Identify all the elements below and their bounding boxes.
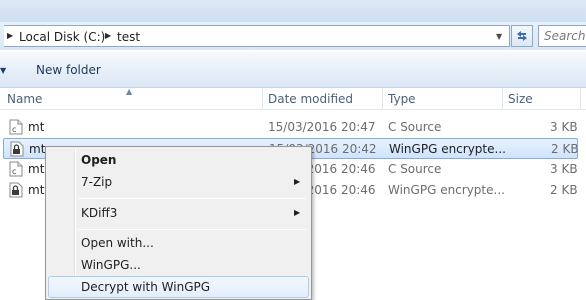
file-type: WinGPG encrypte...	[388, 183, 505, 197]
column-divider[interactable]	[262, 88, 263, 110]
file-size: 3 KB	[550, 162, 578, 176]
menu-item-label: Decrypt with WinGPG	[81, 280, 211, 294]
menu-item-kdiff3[interactable]: KDiff3 ▶	[48, 202, 309, 224]
column-header-size[interactable]: Size	[508, 92, 533, 106]
gpg-encrypted-file-icon	[9, 182, 23, 198]
file-type: WinGPG encrypte...	[389, 142, 506, 156]
column-header-name[interactable]: Name	[7, 92, 42, 106]
address-history-dropdown-icon[interactable]: ▼	[496, 32, 502, 41]
menu-item-label: Open with...	[81, 236, 154, 250]
context-menu: Open 7-Zip ▶ KDiff3 ▶ Open with... WinGP…	[45, 146, 312, 300]
menu-item-label: WinGPG...	[81, 258, 141, 272]
window-top-strip	[0, 0, 586, 22]
refresh-button[interactable]	[511, 25, 533, 47]
breadcrumb-chevron-icon[interactable]: ▶	[7, 31, 13, 40]
address-bar: ▶ Local Disk (C:) ▶ test ▼ Search	[0, 22, 586, 50]
breadcrumb-local-disk[interactable]: Local Disk (C:)	[19, 30, 105, 44]
search-input[interactable]: Search	[538, 25, 586, 47]
column-divider[interactable]	[382, 88, 383, 110]
menu-item-label: 7-Zip	[81, 175, 113, 189]
column-header-type[interactable]: Type	[388, 92, 416, 106]
file-date: 15/03/2016 20:47	[268, 120, 376, 134]
address-box[interactable]: ▶ Local Disk (C:) ▶ test ▼	[4, 25, 510, 47]
svg-text:c: c	[12, 167, 16, 176]
breadcrumb-test[interactable]: test	[117, 30, 140, 44]
breadcrumb-chevron-icon[interactable]: ▶	[105, 31, 111, 40]
file-size: 3 KB	[550, 120, 578, 134]
organize-dropdown-icon[interactable]: ▼	[0, 66, 6, 75]
file-type: C Source	[388, 120, 442, 134]
column-divider[interactable]	[580, 88, 581, 110]
new-folder-button[interactable]: New folder	[36, 63, 101, 77]
column-divider[interactable]	[502, 88, 503, 110]
gpg-encrypted-file-icon	[10, 141, 24, 157]
refresh-icon	[517, 31, 527, 41]
command-toolbar: ▼ New folder	[0, 51, 586, 88]
menu-item-open[interactable]: Open	[48, 149, 309, 171]
file-size: 2 KB	[551, 142, 579, 156]
file-type: C Source	[388, 162, 442, 176]
column-header-date-modified[interactable]: Date modified	[268, 92, 353, 106]
menu-item-label: Open	[81, 153, 117, 167]
menu-item-label: KDiff3	[81, 206, 118, 220]
c-source-file-icon: c	[9, 161, 23, 177]
menu-item-open-with[interactable]: Open with...	[48, 232, 309, 254]
file-row[interactable]: c mt 15/03/2016 20:47 C Source 3 KB	[0, 117, 586, 138]
submenu-arrow-icon: ▶	[294, 177, 301, 186]
menu-item-wingpg[interactable]: WinGPG...	[48, 254, 309, 276]
menu-item-7zip[interactable]: 7-Zip ▶	[48, 171, 309, 193]
file-size: 2 KB	[550, 183, 578, 197]
submenu-arrow-icon: ▶	[294, 208, 301, 217]
menu-separator	[78, 229, 306, 230]
file-name: mt	[28, 120, 45, 134]
menu-separator	[78, 198, 306, 199]
c-source-file-icon: c	[9, 119, 23, 135]
svg-text:c: c	[12, 125, 16, 134]
sort-ascending-icon: ▲	[126, 87, 133, 96]
column-headers: ▲ Name Date modified Type Size	[0, 87, 586, 110]
menu-item-decrypt-with-wingpg[interactable]: Decrypt with WinGPG	[48, 276, 309, 298]
